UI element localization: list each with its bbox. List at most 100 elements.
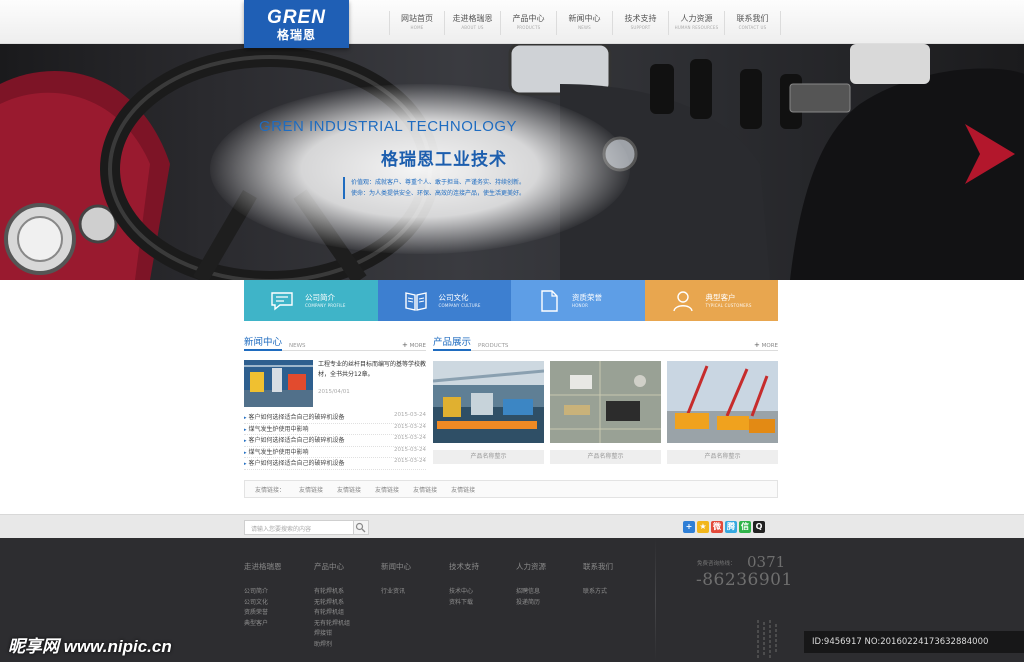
friend-link[interactable]: 友情链接 [337, 485, 361, 494]
share-qq-icon[interactable]: Q [753, 521, 765, 533]
products-section-title: 产品展示 [433, 334, 472, 351]
news-list-item[interactable]: ▸ 客户如何选择适合自己的破碎机设备 2015-03-24 [244, 412, 426, 424]
news-feature-image[interactable] [244, 360, 313, 407]
tile-label: 典型客户 [705, 293, 736, 302]
nav-label: 走进格瑞恩 [452, 14, 493, 23]
nav-sublabel: NEWS [578, 25, 591, 30]
product-card[interactable]: 产品名称整示 [433, 361, 544, 464]
products-more-link[interactable]: + MORE [754, 341, 778, 349]
tile-sublabel: TYPICAL CUSTOMERS [705, 303, 752, 308]
document-icon [541, 290, 558, 312]
nav-item-contact[interactable]: 联系我们 CONTACT US [725, 11, 781, 35]
nav-item-hr[interactable]: 人力资源 HUMAN RESOURCES [669, 11, 725, 35]
nav-item-about[interactable]: 走进格瑞恩 ABOUT US [445, 11, 501, 35]
nav-label: 联系我们 [736, 14, 769, 23]
tile-typical-customers[interactable]: 典型客户 TYPICAL CUSTOMERS [644, 280, 778, 321]
friend-link[interactable]: 友情链接 [413, 485, 437, 494]
product-image [667, 361, 778, 443]
share-plus-icon[interactable]: + [683, 521, 695, 533]
banner-values-line: 价值观：成就客户、尊重个人、敢于担当、严谨务实、持续创新。 [351, 179, 526, 186]
assembly-line-image [433, 361, 544, 443]
nav-item-support[interactable]: 技术支持 SUPPORT [613, 11, 669, 35]
search-button[interactable] [354, 520, 369, 535]
footer-link[interactable]: 招聘信息 [516, 587, 546, 598]
footer-column-title: 技术支持 [449, 562, 479, 571]
user-icon [672, 291, 693, 312]
tile-company-culture[interactable]: 公司文化 COMPANY CULTURE [377, 280, 511, 321]
news-list-item[interactable]: ▸ 煤气发生炉使用中影响 2015-03-24 [244, 424, 426, 435]
footer-column-title: 人力资源 [516, 562, 546, 571]
news-section-header: 新闻中心 NEWS + MORE [244, 337, 426, 351]
footer-link[interactable]: 无有轮焊机组 [314, 619, 350, 630]
friend-link[interactable]: 友情链接 [375, 485, 399, 494]
footer-link[interactable]: 资质荣誉 [244, 608, 282, 619]
plus-icon: + [402, 341, 408, 349]
main-nav: 网站首页 HOME 走进格瑞恩 ABOUT US 产品中心 PRODUCTS 新… [389, 11, 781, 35]
product-card[interactable]: 产品名称整示 [667, 361, 778, 464]
share-buttons: + ★ 微 腾 信 Q [683, 521, 767, 533]
footer-link[interactable]: 资料下载 [449, 598, 479, 609]
footer-column-contact: 联系我们 联系方式 [583, 561, 613, 598]
footer-column-hr: 人力资源 招聘信息 投递简历 [516, 561, 546, 608]
hotline-area-code: 0371 [747, 553, 786, 571]
site-logo[interactable]: GREN 格瑞恩 [244, 0, 349, 48]
news-item-date: 2015-03-24 [394, 446, 426, 453]
share-weibo-icon[interactable]: 微 [711, 521, 723, 533]
products-section-subtitle: PRODUCTS [478, 343, 509, 349]
news-item-title: 客户如何选择适合自己的破碎机设备 [248, 460, 345, 467]
tile-sublabel: COMPANY PROFILE [305, 303, 346, 308]
nav-label: 人力资源 [680, 14, 713, 23]
nav-label: 网站首页 [401, 14, 433, 23]
news-list-item[interactable]: ▸ 客户如何选择适合自己的破碎机设备 2015-03-24 [244, 458, 426, 470]
product-card[interactable]: 产品名称整示 [550, 361, 661, 464]
nav-sublabel: HOME [410, 25, 424, 30]
friend-link[interactable]: 友情链接 [299, 485, 323, 494]
footer-link[interactable]: 公司文化 [244, 598, 282, 609]
logo-text-cn: 格瑞恩 [276, 28, 316, 42]
tile-label: 资质荣誉 [572, 293, 602, 302]
footer-link[interactable]: 有轮焊机组 [314, 608, 350, 619]
bullet-icon: ▸ [244, 461, 247, 467]
banner-title-en: GREN INDUSTRIAL TECHNOLOGY [259, 118, 518, 135]
site-header: GREN 格瑞恩 网站首页 HOME 走进格瑞恩 ABOUT US 产品中心 P… [0, 0, 1024, 48]
footer-link[interactable]: 助焊剂 [314, 640, 350, 651]
nav-item-news[interactable]: 新闻中心 NEWS [557, 11, 613, 35]
more-label: MORE [409, 343, 426, 349]
share-tencent-icon[interactable]: 腾 [725, 521, 737, 533]
footer-link[interactable]: 典型客户 [244, 619, 282, 630]
nav-item-products[interactable]: 产品中心 PRODUCTS [501, 11, 557, 35]
news-feature-date: 2015/04/01 [318, 389, 350, 395]
news-feature-text[interactable]: 工程专业的丝杆目标而编写的基等学校教材，全书共分12章。 [318, 360, 428, 380]
factory-line-image [244, 360, 313, 407]
product-image [550, 361, 661, 443]
footer-link[interactable]: 技术中心 [449, 587, 479, 598]
banner-title-cn: 格瑞恩工业技术 [381, 150, 507, 170]
news-item-title: 煤气发生炉使用中影响 [248, 448, 309, 456]
tile-company-profile[interactable]: 公司简介 COMPANY PROFILE [244, 280, 378, 321]
nav-item-home[interactable]: 网站首页 HOME [389, 11, 445, 35]
footer-link[interactable]: 行业资讯 [381, 587, 411, 598]
search-input[interactable]: 请输入您要搜索的内容 [244, 520, 354, 535]
news-list-item[interactable]: ▸ 客户如何选择适合自己的破碎机设备 2015-03-24 [244, 435, 426, 447]
footer-column-title: 产品中心 [314, 562, 344, 571]
footer-link[interactable]: 公司简介 [244, 587, 282, 598]
product-image [433, 361, 544, 443]
footer-link[interactable]: 联系方式 [583, 587, 613, 598]
bullet-icon: ▸ [244, 438, 247, 444]
logo-text-en: GREN [267, 7, 326, 28]
footer-link[interactable]: 无轮焊机系 [314, 598, 350, 609]
footer-link[interactable]: 投递简历 [516, 598, 546, 609]
tile-honor[interactable]: 资质荣誉 HONOR [511, 280, 645, 321]
news-item-title: 客户如何选择适合自己的破碎机设备 [248, 414, 345, 421]
footer-link[interactable]: 有轮焊机系 [314, 587, 350, 598]
footer-column-support: 技术支持 技术中心 资料下载 [449, 561, 479, 608]
search-icon [355, 522, 366, 533]
news-more-link[interactable]: + MORE [402, 341, 426, 349]
share-qzone-icon[interactable]: ★ [697, 521, 709, 533]
news-feature: 工程专业的丝杆目标而编写的基等学校教材，全书共分12章。 2015/04/01 [244, 360, 426, 407]
news-item-title: 客户如何选择适合自己的破碎机设备 [248, 437, 345, 444]
share-wechat-icon[interactable]: 信 [739, 521, 751, 533]
friend-link[interactable]: 友情链接 [451, 485, 475, 494]
footer-link[interactable]: 焊接钳 [314, 629, 350, 640]
news-list-item[interactable]: ▸ 煤气发生炉使用中影响 2015-03-24 [244, 446, 426, 458]
